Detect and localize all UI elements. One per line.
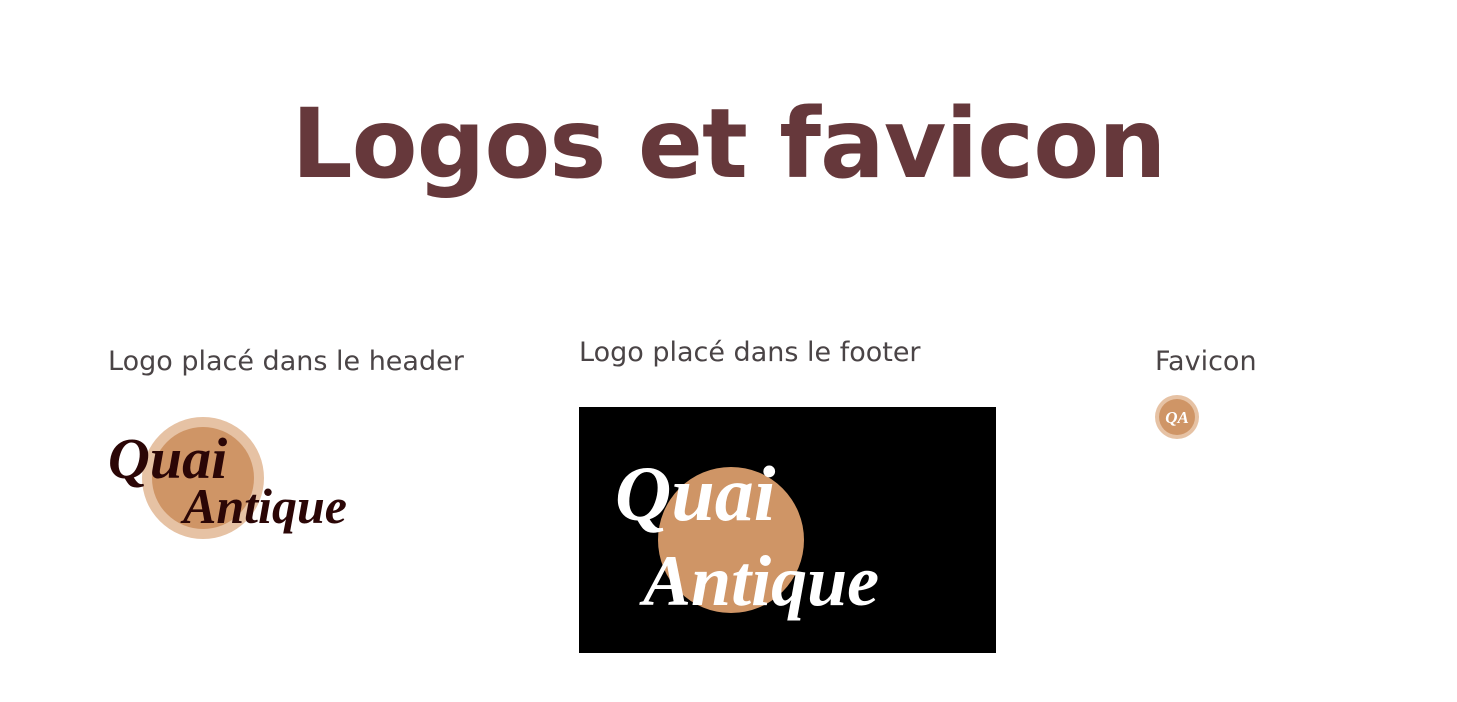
footer-logo: Quai Antique (579, 407, 996, 653)
logo-line2: Antique (639, 541, 879, 621)
header-logo-graphic: Quai Antique (108, 417, 347, 539)
page-title: Logos et favicon (291, 88, 1166, 200)
header-logo: Quai Antique (105, 410, 405, 550)
favicon-graphic: QA (1155, 395, 1199, 439)
favicon-label: Favicon (1155, 346, 1257, 377)
footer-logo-label: Logo placé dans le footer (579, 337, 921, 368)
logo-line2: Antique (180, 478, 347, 534)
footer-logo-graphic: Quai Antique (615, 450, 879, 621)
logo-line1: Quai (615, 450, 776, 537)
favicon-monogram: QA (1165, 408, 1189, 427)
favicon-icon: QA (1154, 394, 1200, 440)
header-logo-label: Logo placé dans le header (108, 346, 464, 377)
